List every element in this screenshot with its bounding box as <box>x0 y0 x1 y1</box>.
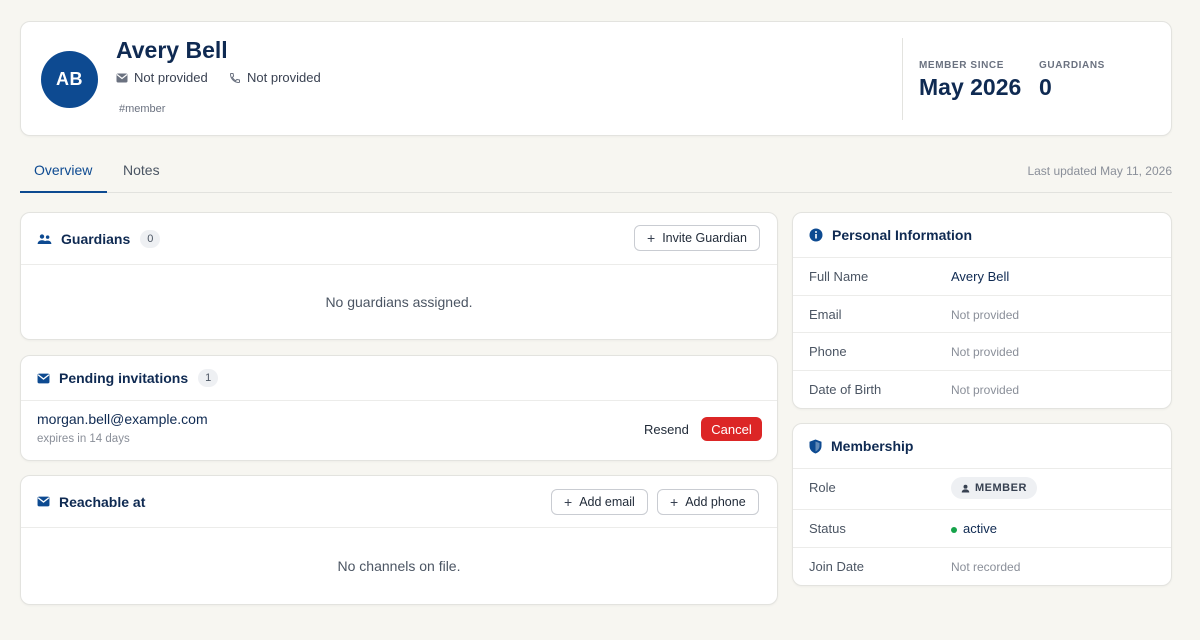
info-row-full-name: Full Name Avery Bell <box>793 258 1171 296</box>
reachable-title: Reachable at <box>59 493 146 510</box>
info-row-email: Email Not provided <box>793 296 1171 333</box>
info-label: Full Name <box>809 269 869 284</box>
info-value: Not provided <box>951 308 1020 322</box>
profile-email-value: Not provided <box>134 70 208 85</box>
membership-row-role: Role MEMBER <box>793 469 1171 510</box>
guardians-card: Guardians 0 + Invite Guardian No guardia… <box>20 212 778 340</box>
add-email-label: Add email <box>579 495 635 509</box>
info-label: Email <box>809 307 842 322</box>
guardians-title: Guardians <box>61 230 131 247</box>
pending-count: 1 <box>198 369 219 387</box>
status-text: active <box>963 521 997 536</box>
mail-icon <box>37 496 50 507</box>
info-value: Avery Bell <box>951 269 1010 284</box>
stat-member-since-label: MEMBER SINCE <box>919 60 1004 71</box>
active-tab-indicator <box>20 191 107 193</box>
avatar: AB <box>41 51 98 108</box>
tab-bar: Overview Notes Last updated May 11, 2026 <box>20 152 1172 193</box>
add-phone-label: Add phone <box>685 495 746 509</box>
role-tag: #member <box>119 103 166 115</box>
membership-label: Join Date <box>809 559 864 574</box>
stat-guardians-value: 0 <box>1039 74 1052 100</box>
plus-icon: + <box>647 230 656 246</box>
plus-icon: + <box>564 494 573 510</box>
personal-info-title: Personal Information <box>832 227 973 243</box>
info-value: Not provided <box>951 383 1020 397</box>
guardians-empty: No guardians assigned. <box>325 294 473 310</box>
join-date-value: Not recorded <box>951 560 1021 574</box>
add-email-button[interactable]: + Add email <box>551 489 648 515</box>
invite-guardian-button[interactable]: + Invite Guardian <box>634 225 760 251</box>
header-divider <box>902 38 903 120</box>
role-badge: MEMBER <box>951 477 1037 499</box>
personal-info-card: Personal Information Full Name Avery Bel… <box>792 212 1172 409</box>
membership-label: Role <box>809 480 836 495</box>
pending-invitations-card: Pending invitations 1 morgan.bell@exampl… <box>20 355 778 461</box>
profile-phone-value: Not provided <box>247 70 321 85</box>
info-label: Date of Birth <box>809 382 882 397</box>
last-updated: Last updated May 11, 2026 <box>1027 164 1172 178</box>
personal-info-header: Personal Information <box>793 213 1171 258</box>
pending-title: Pending invitations <box>59 370 189 386</box>
users-icon <box>37 233 52 245</box>
membership-label: Status <box>809 521 846 536</box>
stat-guardians-label: GUARDIANS <box>1039 60 1105 71</box>
cancel-invitation-button[interactable]: Cancel <box>701 417 762 441</box>
user-icon <box>961 484 970 493</box>
tab-notes[interactable]: Notes <box>123 162 160 178</box>
mail-icon <box>37 373 50 384</box>
info-row-phone: Phone Not provided <box>793 333 1171 371</box>
profile-email: Not provided <box>116 70 208 85</box>
membership-row-join-date: Join Date Not recorded <box>793 548 1171 586</box>
plus-icon: + <box>670 494 679 510</box>
role-badge-value: MEMBER <box>975 482 1027 494</box>
info-row-dob: Date of Birth Not provided <box>793 371 1171 409</box>
status-value: active <box>951 521 997 536</box>
mail-icon <box>116 73 128 83</box>
info-label: Phone <box>809 344 847 359</box>
guardians-count: 0 <box>140 229 161 248</box>
membership-title: Membership <box>831 438 914 454</box>
profile-header: AB Avery Bell Not provided Not provided … <box>20 21 1172 136</box>
invitation-email: morgan.bell@example.com <box>37 411 208 427</box>
profile-phone: Not provided <box>229 70 321 85</box>
reachable-empty: No channels on file. <box>337 558 461 574</box>
pending-header: Pending invitations 1 <box>21 356 777 401</box>
info-value: Not provided <box>951 345 1020 359</box>
profile-name: Avery Bell <box>116 37 228 63</box>
add-phone-button[interactable]: + Add phone <box>657 489 759 515</box>
membership-row-status: Status active <box>793 510 1171 548</box>
tab-overview[interactable]: Overview <box>34 162 92 178</box>
membership-card: Membership Role MEMBER Status active Joi… <box>792 423 1172 586</box>
invitation-expiry: expires in 14 days <box>37 433 130 445</box>
resend-button[interactable]: Resend <box>644 422 689 437</box>
invite-guardian-label: Invite Guardian <box>662 231 747 245</box>
info-icon <box>809 228 823 242</box>
status-dot <box>951 526 957 533</box>
shield-icon <box>809 439 822 454</box>
reachable-card: Reachable at + Add email + Add phone No … <box>20 475 778 605</box>
membership-header: Membership <box>793 424 1171 469</box>
phone-icon <box>229 72 241 84</box>
stat-member-since-value: May 2026 <box>919 74 1022 100</box>
